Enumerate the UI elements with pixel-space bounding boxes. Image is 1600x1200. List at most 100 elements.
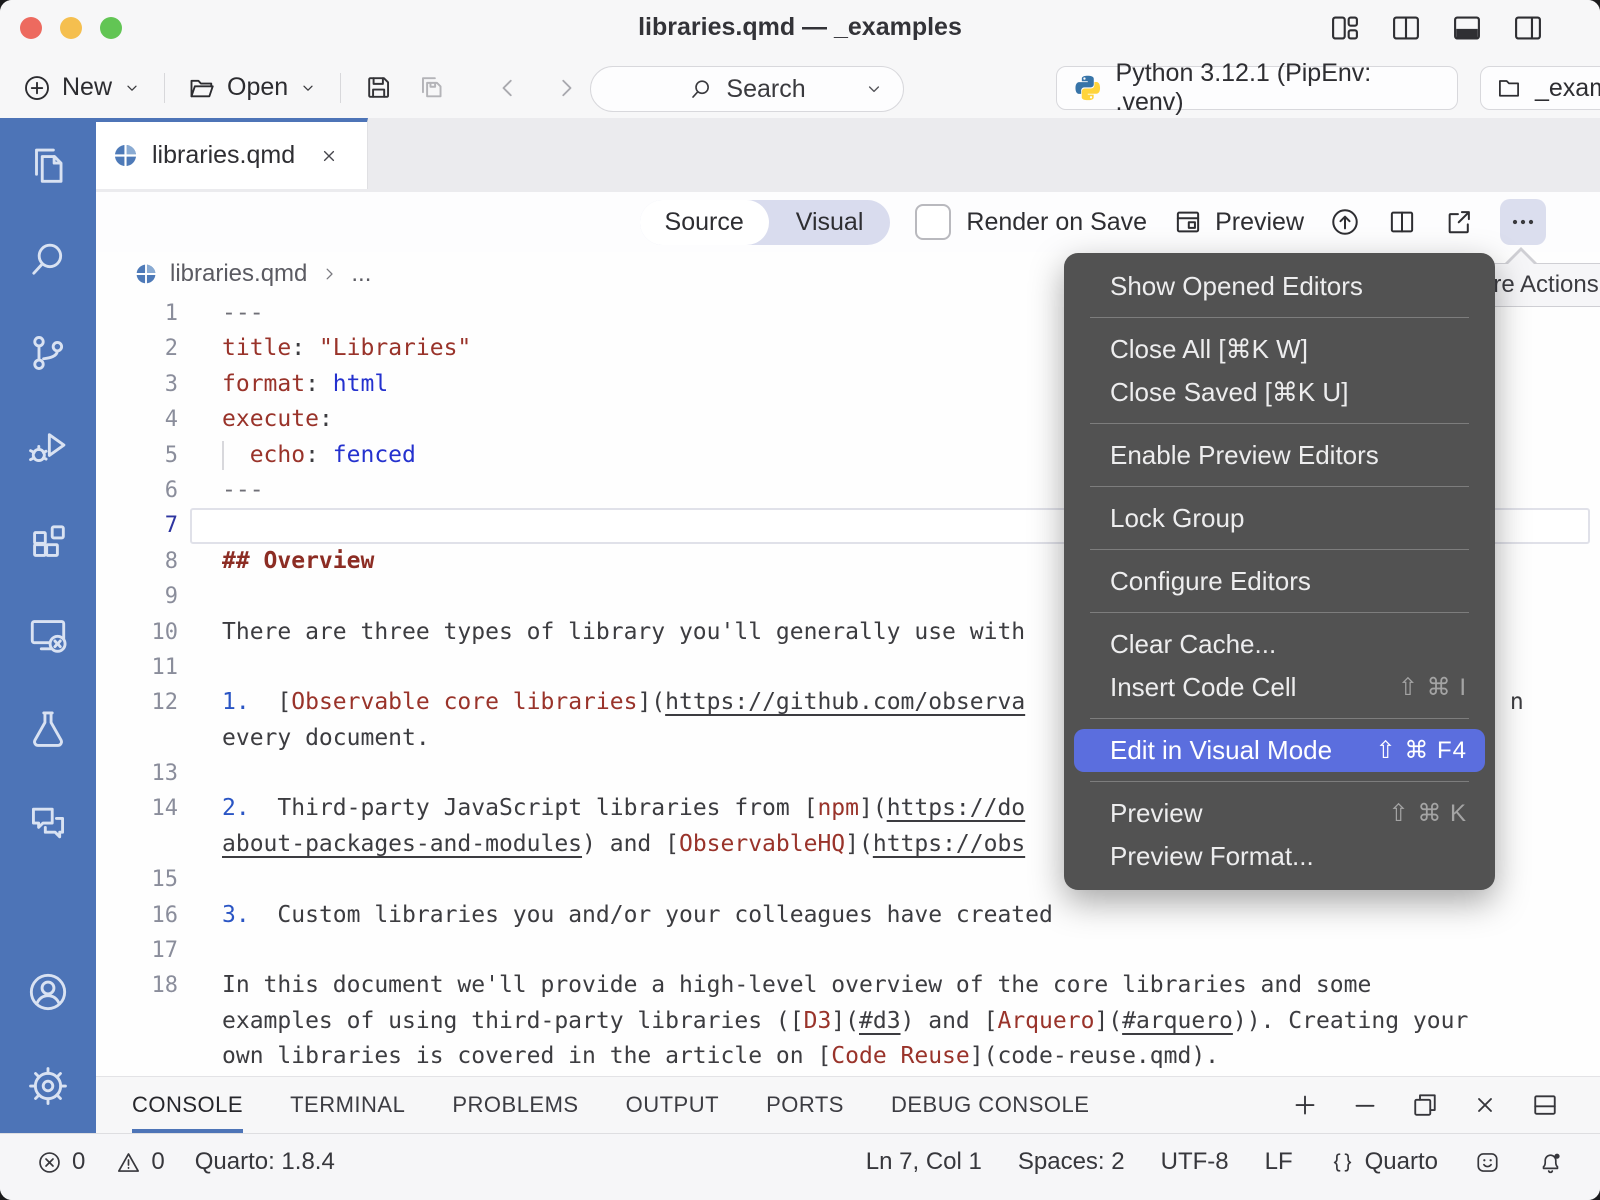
remote-explorer-icon [25,612,71,658]
sidebar-item-settings[interactable] [0,1039,96,1133]
menu-item-close-saved[interactable]: Close Saved [⌘K U] [1064,371,1495,414]
status-warnings[interactable]: 0 [115,1148,164,1176]
close-button[interactable] [1470,1090,1500,1120]
more-actions-button[interactable] [1500,199,1546,245]
visual-mode-button[interactable]: Visual [769,208,891,237]
source-control-icon [25,330,71,376]
panel-tab-console[interactable]: CONSOLE [132,1077,243,1133]
workspace-selector[interactable]: _examples [1480,66,1600,110]
error-icon [36,1149,63,1176]
sidebar-item-extensions[interactable] [0,494,96,588]
menu-separator [1090,486,1469,487]
search-input[interactable]: Search [590,66,904,112]
customize-layout-button[interactable] [1328,11,1362,45]
quarto-file-icon [112,142,139,169]
sidebar-item-source-control[interactable] [0,306,96,400]
menu-item-insert-code-cell[interactable]: Insert Code Cell⇧ ⌘ I [1064,666,1495,709]
line-text: own libraries is covered in the article … [222,1039,1219,1074]
feedback-smiley-icon [1474,1149,1501,1176]
menu-item-clear-cache[interactable]: Clear Cache... [1064,623,1495,666]
sidebar-item-explorer[interactable] [0,118,96,212]
menu-item-close-all[interactable]: Close All [⌘K W] [1064,328,1495,371]
new-button[interactable]: New [22,73,142,103]
status-feedback[interactable] [1474,1149,1501,1176]
split-editor-icon[interactable] [1386,206,1418,238]
customize-layout-icon [1328,11,1362,45]
preview-icon [1172,206,1204,238]
sidebar-item-account[interactable] [0,945,96,1039]
line-text: In this document we'll provide a high-le… [222,968,1371,1003]
menu-item-configure-editors[interactable]: Configure Editors [1064,560,1495,603]
line-number: 9 [96,579,178,614]
code-line: 163. Custom libraries you and/or your co… [96,898,1600,933]
minimize-button[interactable] [1350,1090,1380,1120]
sidebar-item-run-debug[interactable] [0,400,96,494]
line-number: 5 [96,438,178,473]
sidebar-item-search[interactable] [0,212,96,306]
status-language-mode[interactable]: Quarto [1329,1148,1438,1176]
panel-tab-ports[interactable]: PORTS [766,1077,844,1133]
panel-tab-debug-console[interactable]: DEBUG CONSOLE [891,1077,1089,1133]
split-editor-layout-button[interactable] [1389,11,1423,45]
line-number [96,827,178,862]
render-on-save-option: Render on Save [915,204,1147,240]
status-eol[interactable]: LF [1265,1148,1293,1176]
source-mode-button[interactable]: Source [640,200,769,245]
menu-item-show-opened-editors[interactable]: Show Opened Editors [1064,265,1495,308]
panel-tab-output[interactable]: OUTPUT [626,1077,719,1133]
preview-button-label: Preview [1215,208,1304,237]
status-quarto-version[interactable]: Quarto: 1.8.4 [195,1148,335,1176]
sidebar-item-testing[interactable] [0,682,96,776]
close-icon [1470,1090,1500,1120]
breadcrumb-file[interactable]: libraries.qmd [170,260,307,288]
restore-icon [1410,1090,1440,1120]
line-text: 2. Third-party JavaScript libraries from… [222,791,1025,826]
line-text: ## Overview [222,544,374,579]
preview-button[interactable]: Preview [1172,206,1304,238]
code-line: own libraries is covered in the article … [96,1039,1600,1074]
secondary-sidebar-button[interactable] [1511,11,1545,45]
status-errors[interactable]: 0 [36,1148,85,1176]
sidebar-item-remote-explorer[interactable] [0,588,96,682]
menu-item-preview-format[interactable]: Preview Format... [1064,835,1495,878]
panel-layout-icon [1530,1090,1560,1120]
sidebar-item-comments[interactable] [0,776,96,870]
editor-actions-menu: Show Opened Editors Close All [⌘K W]Close… [1064,253,1495,890]
panel-bottom-button[interactable] [1450,11,1484,45]
navigate-forward-icon[interactable] [551,73,581,103]
open-button-label: Open [227,73,288,102]
code-line: 18In this document we'll provide a high-… [96,968,1600,1003]
menu-item-enable-preview-editors[interactable]: Enable Preview Editors [1064,434,1495,477]
status-bar: 0 0 Quarto: 1.8.4 Ln 7, Col 1 Spaces: 2 UTF-… [0,1133,1600,1200]
chevron-down-icon [122,78,142,98]
menu-item-lock-group[interactable]: Lock Group [1064,497,1495,540]
save-icon[interactable] [363,72,394,103]
panel-tab-terminal[interactable]: TERMINAL [290,1077,405,1133]
status-encoding[interactable]: UTF-8 [1161,1148,1229,1176]
status-indentation[interactable]: Spaces: 2 [1018,1148,1125,1176]
line-number: 10 [96,615,178,650]
app-window: libraries.qmd — _examples New Open Searc… [0,0,1600,1200]
open-button[interactable]: Open [187,73,318,103]
tab-close-icon[interactable] [318,145,340,167]
panel-tab-problems[interactable]: PROBLEMS [452,1077,578,1133]
breadcrumb-more[interactable]: ... [351,260,371,288]
restore-button[interactable] [1410,1090,1440,1120]
navigate-back-icon[interactable] [493,73,523,103]
save-all-icon [416,72,447,103]
menu-item-edit-in-visual-mode[interactable]: Edit in Visual Mode⇧ ⌘ F4 [1074,729,1485,772]
render-on-save-checkbox[interactable] [915,204,951,240]
status-notifications[interactable] [1537,1149,1564,1176]
folder-open-icon [187,73,217,103]
tab-libraries-qmd[interactable]: libraries.qmd [96,118,368,189]
line-number [96,721,178,756]
interpreter-label: Python 3.12.1 (PipEnv: .venv) [1116,59,1441,117]
menu-item-preview[interactable]: Preview⇧ ⌘ K [1064,792,1495,835]
interpreter-selector[interactable]: Python 3.12.1 (PipEnv: .venv) [1056,66,1458,110]
panel-layout-button[interactable] [1530,1090,1560,1120]
publish-icon[interactable] [1329,206,1361,238]
status-cursor-position[interactable]: Ln 7, Col 1 [866,1148,982,1176]
plus-button[interactable] [1290,1090,1320,1120]
activity-bar-top [0,118,96,870]
open-in-new-window-icon[interactable] [1443,206,1475,238]
